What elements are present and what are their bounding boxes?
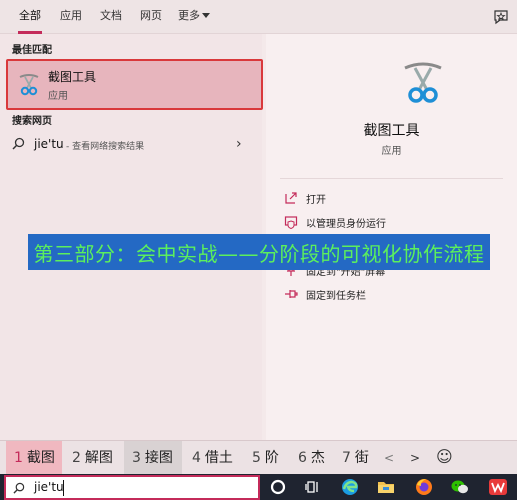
ime-candidate[interactable]: 7街 (334, 441, 378, 475)
candidate-number: 5 (252, 450, 261, 466)
ime-candidate[interactable]: 2 解图 (64, 441, 122, 475)
pin-to-taskbar-label: 固定到任务栏 (306, 291, 366, 302)
open-label: 打开 (306, 195, 326, 206)
ime-prev-page-button[interactable]: < (384, 451, 394, 465)
candidate-text: 截图 (26, 450, 55, 466)
candidate-text: 接图 (144, 450, 173, 466)
pin-to-taskbar-action[interactable]: 固定到任务栏 (284, 284, 504, 304)
search-icon (13, 482, 25, 494)
tab-web[interactable]: 网页 (136, 0, 166, 34)
ime-candidate[interactable]: 4 借土 (184, 441, 242, 475)
candidate-number: 6 (298, 450, 307, 466)
candidate-text: 解图 (84, 450, 113, 466)
emoji-button[interactable]: ☺ (436, 447, 453, 466)
best-match-title: 截图工具 (48, 70, 97, 84)
ime-candidate[interactable]: 1 截图 (6, 441, 62, 475)
candidate-text: 借土 (204, 450, 233, 466)
search-icon (12, 137, 25, 150)
taskbar: jie'tu (0, 474, 517, 500)
shield-icon (284, 216, 298, 229)
ime-candidate[interactable]: 3 接图 (124, 441, 182, 475)
chevron-right-icon: › (236, 136, 242, 152)
pin-icon (285, 290, 298, 298)
detail-title: 截图工具 (363, 123, 420, 139)
feedback-icon[interactable] (492, 8, 510, 26)
text-caret (63, 480, 64, 496)
candidate-number: 2 (72, 450, 81, 466)
cortana-icon[interactable] (268, 477, 288, 497)
tab-documents[interactable]: 文档 (96, 0, 126, 34)
file-explorer-icon[interactable] (376, 477, 396, 497)
ime-candidate-bar: 1 截图 2 解图 3 接图 4 借土 5阶 6杰 7街 < > ☺ (0, 440, 517, 475)
candidate-number: 4 (192, 450, 201, 466)
web-search-heading: 搜索网页 (12, 116, 52, 127)
edge-icon[interactable] (340, 477, 360, 497)
candidate-number: 1 (14, 450, 23, 466)
tab-apps[interactable]: 应用 (56, 0, 86, 34)
scissors-icon (404, 62, 442, 103)
task-view-icon[interactable] (303, 477, 323, 497)
best-match-subtitle: 应用 (48, 91, 68, 102)
ime-candidate[interactable]: 6杰 (290, 441, 334, 475)
best-match-result[interactable]: 截图工具 应用 (6, 59, 263, 110)
scissors-icon (19, 74, 39, 96)
taskbar-search-input[interactable]: jie'tu (4, 475, 260, 500)
candidate-text: 街 (354, 450, 369, 466)
candidate-text: 阶 (264, 450, 279, 466)
caption-banner: 第三部分：会中实战——分阶段的可视化协作流程 (28, 234, 490, 270)
caption-text: 第三部分：会中实战——分阶段的可视化协作流程 (33, 242, 485, 266)
filter-tabs: 全部 应用 文档 网页 更多 (0, 0, 517, 34)
open-icon (285, 192, 297, 204)
open-action[interactable]: 打开 (284, 188, 504, 208)
search-text: jie'tu (34, 480, 64, 494)
divider (280, 178, 503, 179)
run-as-admin-action[interactable]: 以管理员身份运行 (284, 212, 504, 232)
best-match-heading: 最佳匹配 (12, 45, 52, 56)
candidate-text: 杰 (310, 450, 325, 466)
search-flyout: 全部 应用 文档 网页 更多 最佳匹配 截图工具 应用 搜索网页 jie'tu … (0, 0, 517, 440)
wechat-icon[interactable] (450, 477, 470, 497)
tab-more[interactable]: 更多 (176, 0, 216, 34)
ime-next-page-button[interactable]: > (410, 451, 420, 465)
candidate-number: 3 (132, 450, 141, 466)
candidate-number: 7 (342, 450, 351, 466)
firefox-icon[interactable] (414, 477, 434, 497)
tab-all[interactable]: 全部 (12, 0, 48, 34)
run-as-admin-label: 以管理员身份运行 (306, 219, 386, 230)
detail-subtitle: 应用 (381, 146, 402, 157)
web-search-result[interactable]: jie'tu - 查看网络搜索结果 › (6, 130, 258, 158)
ime-candidate[interactable]: 5阶 (244, 441, 288, 475)
web-search-hint: - 查看网络搜索结果 (66, 142, 145, 152)
web-search-query: jie'tu (34, 137, 64, 151)
wps-icon[interactable] (488, 477, 508, 497)
chevron-down-icon (202, 13, 210, 18)
